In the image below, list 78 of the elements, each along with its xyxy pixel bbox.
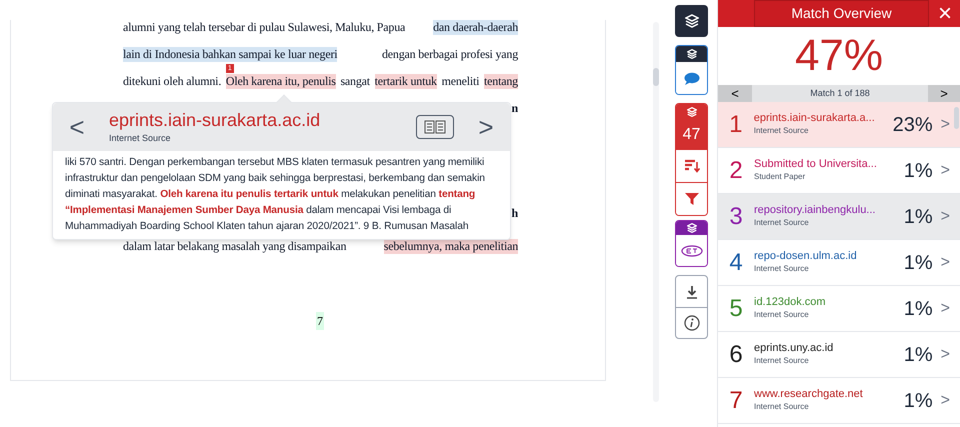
match-rank: 4 [728,248,744,278]
layers-button[interactable] [675,5,708,37]
document-text: meneliti [442,74,480,89]
match-percentage: 23% [892,112,933,138]
ellipse-logo-icon [680,244,702,256]
match-rank: 7 [728,386,744,416]
match-rank: 3 [728,202,744,232]
match-counter: Match 1 of 188 [809,86,871,100]
panel-title: Match Overview [754,0,929,27]
match-row[interactable]: 3 repository.iainbengkulu... Internet Source 1% > [718,194,960,240]
page-number: 7 [316,312,324,330]
source-title: eprints.iain-surakarta.ac.id [109,109,320,132]
layers-icon [686,49,696,59]
chevron-icon: > [940,204,950,228]
match-rank: 5 [728,294,744,324]
list-scrollbar-thumb[interactable] [954,107,959,129]
match-source: id.123dok.com [754,296,827,310]
chevron-icon: > [940,112,950,136]
highlighted-text[interactable]: tentang [484,74,518,89]
source-type: Internet Source [754,263,810,276]
source-type: Internet Source [754,309,810,322]
match-source: Submitted to Universita... [754,158,878,172]
match-rank: 1 [728,110,744,140]
match-source: www.researchgate.net [754,388,864,402]
similarity-score-button[interactable]: 47 [676,120,707,150]
document-text: alumni yang telah tersebar di pulau Sulawesi, Maluku, Papua [123,20,406,35]
side-by-side-button[interactable] [416,115,454,139]
source-type: Internet Source [109,132,172,144]
source-type: Student Paper [754,171,806,184]
overall-similarity: 47% [794,34,884,78]
source-type: Internet Source [754,125,810,138]
sort-icon [684,159,700,173]
match-source: repository.iainbengkulu... [754,204,876,218]
layers-icon [686,107,696,117]
highlighted-text[interactable]: lain di Indonesia bahkan sampai ke luar negeri [123,47,338,62]
match-source: repo-dosen.ulm.ac.id [754,250,858,264]
chevron-icon: > [940,296,950,320]
next-match-button[interactable]: > [928,85,960,102]
chevron-icon: > [940,342,950,366]
document-text: ditekuni oleh alumni. [123,74,222,89]
match-percentage: 1% [904,296,933,322]
document-text: dengan berbagai profesi yang [382,47,518,62]
match-source: eprints.iain-surakarta.a... [754,112,876,126]
chevron-icon: > [940,250,950,274]
previous-match-button[interactable]: < [718,85,752,102]
document-text-fragment: n [512,100,518,117]
match-percentage: 1% [904,204,933,230]
match-percentage: 1% [904,388,933,414]
source-type: Internet Source [754,401,810,414]
info-icon [684,315,700,331]
columns-icon [424,120,446,134]
next-source-button[interactable]: > [474,108,498,146]
previous-source-button[interactable]: < [65,108,89,146]
scrollbar-thumb[interactable] [653,68,659,86]
match-rank: 2 [728,156,744,186]
highlighted-text[interactable]: sebelumnya, maka penelitian [384,239,518,254]
close-button[interactable]: × [938,2,952,26]
highlighted-text[interactable]: tertarik untuk [374,74,437,89]
filter-icon [684,192,700,206]
source-type: Internet Source [754,355,810,368]
match-source: eprints.uny.ac.id [754,342,834,356]
source-type: Internet Source [754,217,810,230]
match-row[interactable]: 1 eprints.iain-surakarta.a... Internet Source 23% > [718,102,960,148]
layers-icon [686,223,696,233]
source-excerpt: liki 570 santri. Dengan perkembangan tersebut MBS klaten termasuk pesantren yang memiliki infrastruktur dan pengelolaan SDM yang baik sehingga berprestasi, berkembang dan semakin diminati masyarakat. Oleh karena itu penulis tertarik untuk melakukan penelitian tentang “Implementasi Manajemen Sumber Daya Manusia dalam mencapai Visi lembaga di Muhammadiyah Boarding School Klaten tahun ajaran 2020/2021”. 9 B. Rumusan Masalah [64,156,486,234]
chevron-icon: > [940,158,950,182]
match-percentage: 1% [904,158,933,184]
layers-icon [684,14,698,28]
match-percentage: 1% [904,342,933,368]
download-icon [686,284,698,298]
highlighted-text[interactable]: dan daerah-daerah [433,20,518,35]
chevron-icon: > [940,388,950,412]
document-text: dalam latar belakang masalah yang disampaikan [123,239,346,254]
document-text: sangat [340,74,370,89]
speech-bubble-icon [684,72,700,84]
match-rank: 6 [728,340,744,370]
match-percentage: 1% [904,250,933,276]
document-text-fragment: h [512,205,518,222]
